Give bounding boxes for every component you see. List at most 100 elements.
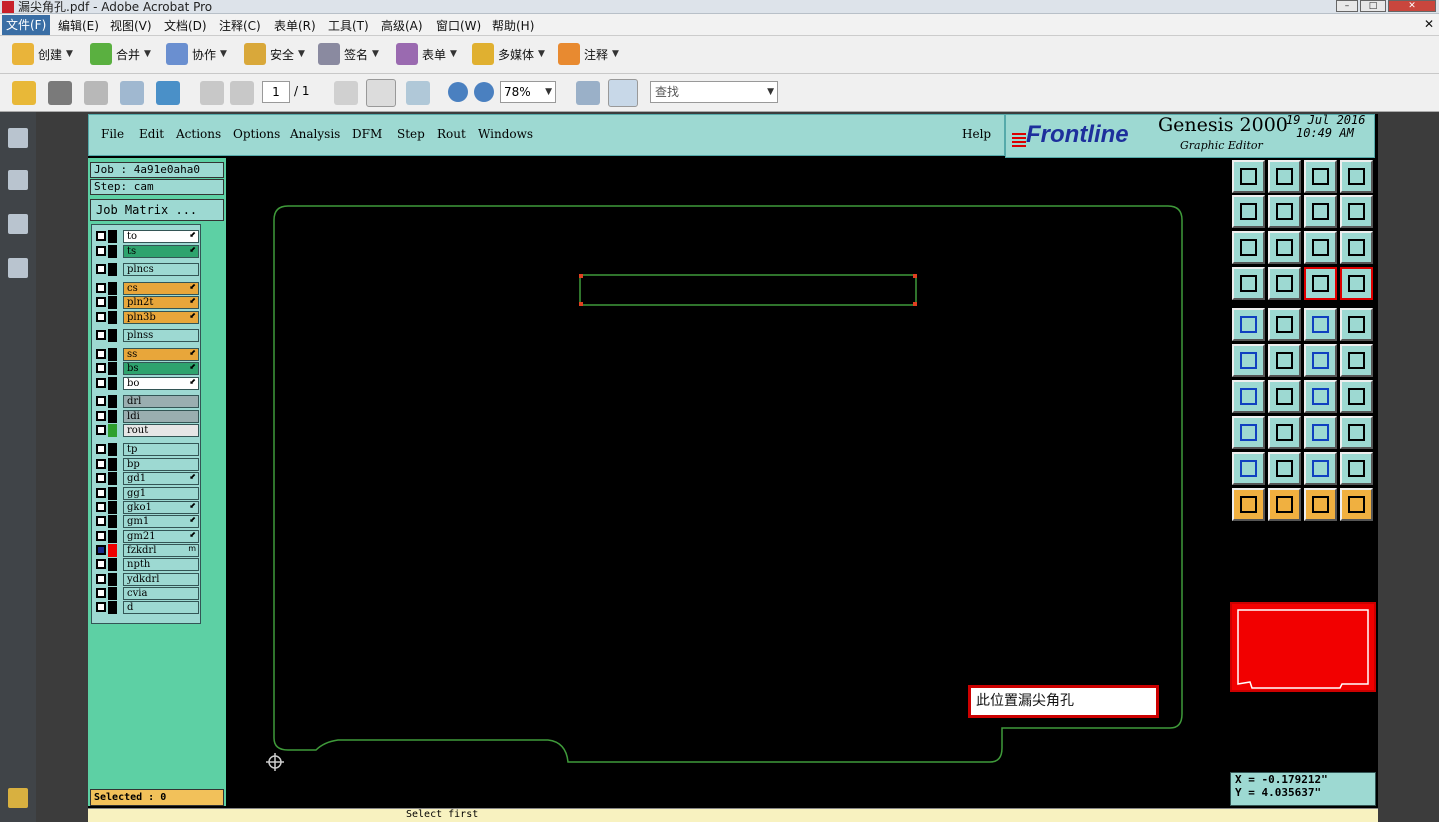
layer-affected-indicator[interactable] [108, 530, 117, 543]
layer-row-ts[interactable]: ts ⬋ [92, 245, 199, 258]
layer-checkbox[interactable] [96, 349, 106, 359]
minimize-button[interactable]: – [1336, 0, 1358, 12]
overview-map[interactable] [1230, 602, 1376, 692]
layer-affected-indicator[interactable] [108, 296, 117, 309]
create-button[interactable]: 创建 ▼ [12, 42, 73, 66]
menu-forms[interactable]: 表单(R) [274, 17, 316, 34]
genesis-menu-actions[interactable]: Actions [176, 127, 221, 141]
snap-icon[interactable] [1232, 267, 1265, 300]
zoom-fit-icon[interactable] [1232, 231, 1265, 264]
layer-affected-indicator[interactable] [108, 263, 117, 276]
arc-icon[interactable] [1304, 380, 1337, 413]
layer-row-pln2t[interactable]: pln2t ⬋ [92, 296, 199, 309]
menu-document[interactable]: 文档(D) [164, 17, 207, 34]
layer-checkbox[interactable] [96, 396, 106, 406]
collaborate-button[interactable]: 协作 ▼ [166, 42, 227, 66]
layer-name[interactable]: cs [123, 282, 199, 295]
layer-checkbox[interactable] [96, 531, 106, 541]
layer-compare-icon[interactable] [1340, 267, 1373, 300]
layer-checkbox[interactable] [96, 297, 106, 307]
zoom-in-icon[interactable] [474, 82, 494, 102]
move-pad-icon[interactable] [1340, 344, 1373, 377]
layer-name[interactable]: plnss [123, 329, 199, 342]
text-t-icon[interactable] [1304, 452, 1337, 485]
layer-name[interactable]: gg1 [123, 487, 199, 500]
layer-row-to[interactable]: to ⬋ [92, 230, 199, 243]
layer-affected-indicator[interactable] [108, 348, 117, 361]
layer-checkbox[interactable] [96, 459, 106, 469]
layer-row-cs[interactable]: cs ⬋ [92, 282, 199, 295]
signatures-icon[interactable] [8, 258, 28, 278]
layer-name[interactable]: ss [123, 348, 199, 361]
layer-row-ldi[interactable]: ldi [92, 410, 199, 423]
menu-window[interactable]: 窗口(W) [436, 17, 481, 34]
email-icon[interactable] [120, 81, 144, 105]
layer-affected-indicator[interactable] [108, 230, 117, 243]
select-icon[interactable] [1268, 488, 1301, 521]
secure-button[interactable]: 安全 ▼ [244, 42, 305, 66]
zoom-center-icon[interactable] [1268, 231, 1301, 264]
genesis-menu-file[interactable]: File [101, 127, 124, 141]
genesis-menu-help[interactable]: Help [962, 127, 991, 141]
grid-icon[interactable] [1268, 267, 1301, 300]
layer-row-gd1[interactable]: gd1 ⬋ [92, 472, 199, 485]
close-window-button[interactable]: ✕ [1388, 0, 1436, 12]
genesis-menu-options[interactable]: Options [233, 127, 280, 141]
pointer-icon[interactable] [1232, 488, 1265, 521]
copy-pad-icon[interactable] [1232, 416, 1265, 449]
outline-mode-icon[interactable] [1268, 308, 1301, 341]
layer-affected-indicator[interactable] [108, 377, 117, 390]
pages-icon[interactable] [8, 128, 28, 148]
pan-left-icon[interactable] [1232, 195, 1265, 228]
layer-row-tp[interactable]: tp [92, 443, 199, 456]
menu-edit[interactable]: 编辑(E) [58, 17, 99, 34]
scale-ratio-icon[interactable] [1304, 231, 1337, 264]
layer-name[interactable]: to [123, 230, 199, 243]
layer-row-pln3b[interactable]: pln3b ⬋ [92, 311, 199, 324]
connect-points-icon[interactable] [1232, 344, 1265, 377]
layer-checkbox[interactable] [96, 488, 106, 498]
comments-pane-icon[interactable] [8, 788, 28, 808]
genesis-menu-step[interactable]: Step [397, 127, 425, 141]
layer-row-bo[interactable]: bo ⬋ [92, 377, 199, 390]
text-trace-icon[interactable] [1340, 452, 1373, 485]
layer-row-d[interactable]: d [92, 601, 199, 614]
duplicate-icon[interactable] [1340, 416, 1373, 449]
multimedia-button[interactable]: 多媒体 ▼ [472, 42, 545, 66]
prev-page-icon[interactable] [200, 81, 224, 105]
layer-name[interactable]: cvia [123, 587, 199, 600]
select-round-icon[interactable] [1304, 488, 1337, 521]
layer-checkbox[interactable] [96, 588, 106, 598]
layer-name[interactable]: d [123, 601, 199, 614]
undo-view-icon[interactable] [1304, 195, 1337, 228]
layer-affected-indicator[interactable] [108, 329, 117, 342]
fit-width-icon[interactable] [576, 81, 600, 105]
fit-page-icon[interactable] [608, 79, 638, 107]
zoom-out-icon[interactable] [448, 82, 468, 102]
layer-name[interactable]: gko1 [123, 501, 199, 514]
comment-button[interactable]: 注释 ▼ [558, 42, 619, 66]
layer-name[interactable]: gm1 [123, 515, 199, 528]
layer-row-gm1[interactable]: gm1 ⬋ [92, 515, 199, 528]
layer-checkbox[interactable] [96, 574, 106, 584]
layer-checkbox[interactable] [96, 559, 106, 569]
pan-right-icon[interactable] [1268, 195, 1301, 228]
solid-icon[interactable] [1340, 308, 1373, 341]
forms-button[interactable]: 表单 ▼ [396, 42, 457, 66]
layer-row-rout[interactable]: rout [92, 424, 199, 437]
zoom-tool-icon[interactable] [406, 81, 430, 105]
layer-checkbox[interactable] [96, 312, 106, 322]
layer-affected-indicator[interactable] [108, 410, 117, 423]
view-home-icon[interactable] [1232, 160, 1265, 193]
layer-affected-indicator[interactable] [108, 587, 117, 600]
ruler-icon[interactable] [1304, 308, 1337, 341]
layer-checkbox[interactable] [96, 246, 106, 256]
layer-checkbox[interactable] [96, 283, 106, 293]
layer-name[interactable]: pln2t [123, 296, 199, 309]
layer-affected-indicator[interactable] [108, 311, 117, 324]
measure-icon[interactable] [1304, 416, 1337, 449]
layer-affected-indicator[interactable] [108, 487, 117, 500]
layer-name[interactable]: rout [123, 424, 199, 437]
layer-row-plnss[interactable]: plnss [92, 329, 199, 342]
layer-checkbox[interactable] [96, 516, 106, 526]
